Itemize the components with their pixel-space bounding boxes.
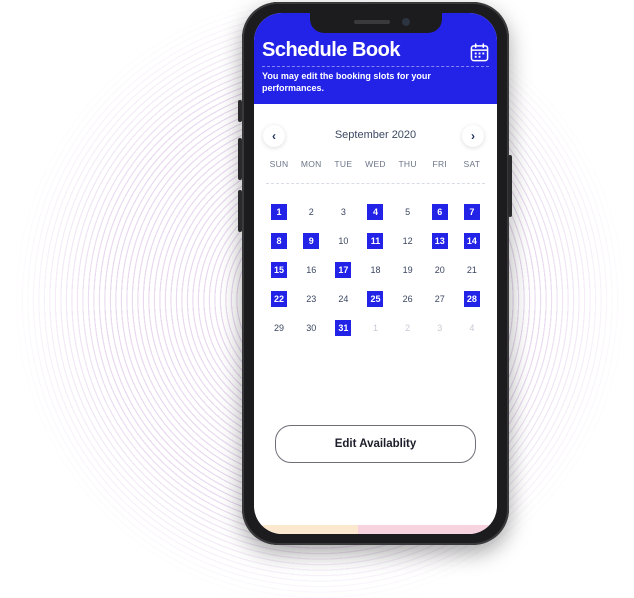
calendar-day[interactable]: 19 [392,255,424,284]
day-number: 20 [434,264,445,275]
calendar-day: 2 [392,313,424,342]
day-number: 19 [402,264,413,275]
day-number: 25 [367,290,384,307]
calendar-day-selected[interactable]: 6 [424,197,456,226]
weekday-label: TUE [334,159,353,169]
day-number: 14 [463,232,480,249]
header-divider [262,66,489,67]
calendar-day-selected[interactable]: 28 [456,284,488,313]
peek-card-right [358,525,497,534]
weekday-label: THU [398,159,417,169]
calendar-day: 3 [424,313,456,342]
calendar-day-selected[interactable]: 8 [263,226,295,255]
calendar-day[interactable]: 12 [392,226,424,255]
day-number: 7 [463,203,480,220]
day-number: 18 [370,264,381,275]
page-title: Schedule Book [262,39,400,61]
calendar-day-selected[interactable]: 4 [359,197,391,226]
calendar-day-selected[interactable]: 1 [263,197,295,226]
day-number: 11 [367,232,384,249]
app-screen: Schedule Book You may edit the booking s… [254,13,497,534]
calendar-day[interactable]: 5 [392,197,424,226]
calendar-day: 1 [359,313,391,342]
day-number: 29 [274,322,285,333]
calendar-day-selected[interactable]: 11 [359,226,391,255]
calendar-day[interactable]: 27 [424,284,456,313]
calendar-day[interactable]: 3 [327,197,359,226]
day-number: 5 [405,206,411,217]
weekday-label: WED [365,159,386,169]
day-number: 22 [271,290,288,307]
calendar-day-selected[interactable]: 7 [456,197,488,226]
calendar-day-selected[interactable]: 17 [327,255,359,284]
day-number: 1 [271,203,288,220]
day-number: 1 [372,322,378,333]
calendar-day[interactable]: 16 [295,255,327,284]
calendar-icon[interactable] [470,43,489,62]
weekday-label: SAT [463,159,481,169]
phone-volume-up-button [238,138,242,180]
day-number: 9 [303,232,320,249]
day-number: 24 [338,293,349,304]
day-number: 31 [335,319,352,336]
day-number: 10 [338,235,349,246]
calendar-day-selected[interactable]: 13 [424,226,456,255]
weekday-label: SUN [269,159,289,169]
day-number: 27 [434,293,445,304]
calendar-day-selected[interactable]: 31 [327,313,359,342]
peek-card-left [254,525,358,534]
calendar-day-selected[interactable]: 14 [456,226,488,255]
day-number: 15 [271,261,288,278]
calendar-day-selected[interactable]: 22 [263,284,295,313]
day-number: 4 [469,322,475,333]
next-month-button[interactable]: › [462,125,484,147]
day-number: 30 [306,322,317,333]
weekday-label: MON [300,159,322,169]
calendar-day-selected[interactable]: 9 [295,226,327,255]
calendar-day[interactable]: 10 [327,226,359,255]
weekday-label: FRI [432,159,448,169]
day-number: 4 [367,203,384,220]
calendar-day[interactable]: 18 [359,255,391,284]
calendar-day[interactable]: 26 [392,284,424,313]
phone-power-button [508,155,512,217]
calendar-day[interactable]: 23 [295,284,327,313]
weekday-divider [266,183,485,184]
edit-availability-button[interactable]: Edit Availablity [275,425,476,463]
calendar-day: 4 [456,313,488,342]
day-number: 16 [306,264,317,275]
calendar-day-selected[interactable]: 15 [263,255,295,284]
day-number: 28 [463,290,480,307]
month-label: September 2020 [334,129,417,141]
page-subtitle: You may edit the booking slots for your … [262,71,431,93]
speaker-grille [354,20,390,24]
phone-volume-down-button [238,190,242,232]
calendar-day[interactable]: 30 [295,313,327,342]
day-number: 26 [402,293,413,304]
day-number: 2 [405,322,411,333]
day-number: 6 [431,203,448,220]
calendar-day[interactable]: 29 [263,313,295,342]
phone-action-button [238,100,242,122]
day-number: 21 [466,264,477,275]
day-number: 3 [437,322,443,333]
calendar-grid: 1 2 3 4 5 6 7 8 9 10 11 12 13 14 15 16 17 18 19 20 21 22 23 24 2… [263,197,488,342]
day-number: 17 [335,261,352,278]
day-number: 13 [431,232,448,249]
day-number: 8 [271,232,288,249]
day-number: 12 [402,235,413,246]
calendar-day[interactable]: 2 [295,197,327,226]
calendar-day[interactable]: 24 [327,284,359,313]
calendar-day[interactable]: 21 [456,255,488,284]
weekday-header: SUN MON TUE WED THU FRI SAT [263,159,488,169]
calendar-day[interactable]: 20 [424,255,456,284]
phone-notch [310,13,442,33]
front-camera [402,18,410,26]
day-number: 23 [306,293,317,304]
day-number: 2 [308,206,314,217]
calendar-day-selected[interactable]: 25 [359,284,391,313]
day-number: 3 [340,206,346,217]
chevron-right-icon: › [471,129,475,143]
